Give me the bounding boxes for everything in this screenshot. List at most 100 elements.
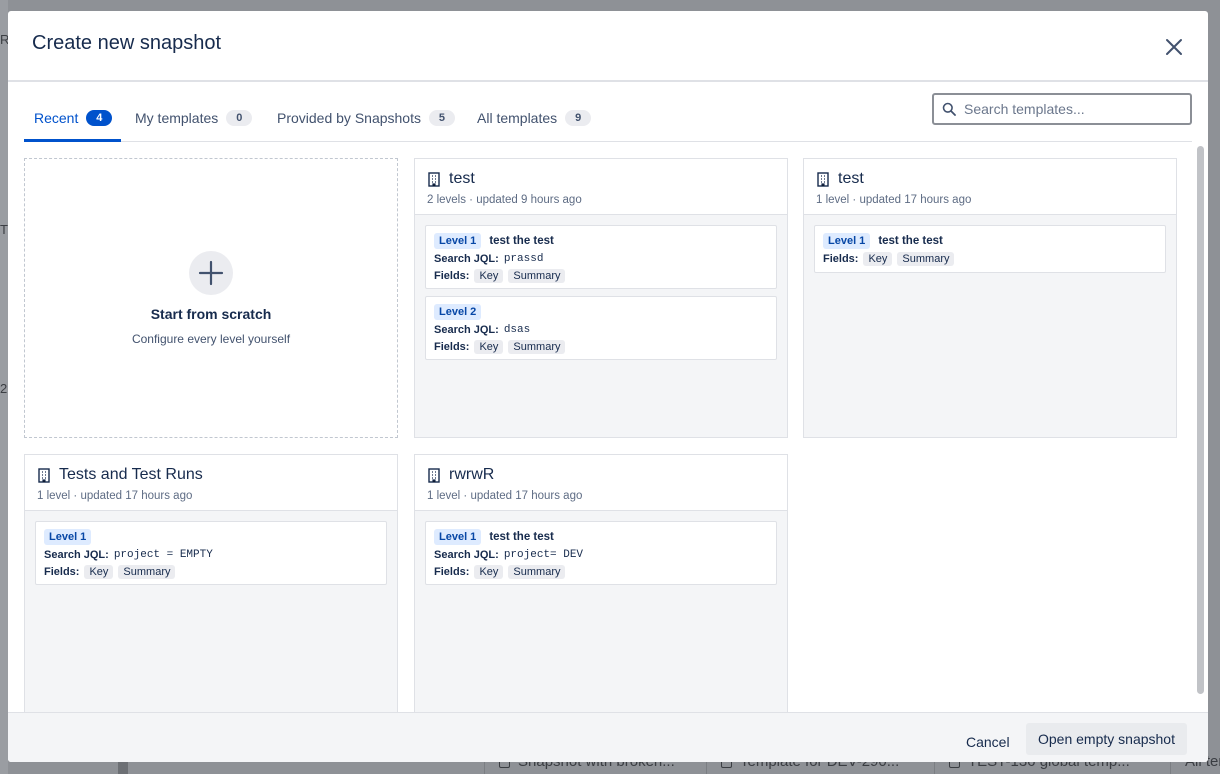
plus-icon bbox=[189, 251, 233, 295]
tab-label: All templates bbox=[477, 110, 558, 126]
level-badge: Level 1 bbox=[823, 232, 871, 249]
fields-label: Fields: bbox=[823, 253, 859, 265]
tab-label: Recent bbox=[34, 110, 79, 126]
jql-label: Search JQL: bbox=[44, 549, 109, 561]
dialog-header: Create new snapshot bbox=[8, 11, 1208, 82]
level-jql-row: Search JQL: prassd bbox=[434, 252, 768, 266]
fields-label: Fields: bbox=[434, 341, 470, 353]
level-name: test the test bbox=[489, 530, 554, 543]
level-item: Level 1 test the test Fields: Key Summary bbox=[814, 225, 1166, 273]
building-icon bbox=[428, 467, 440, 483]
level-fields-row: Fields: Key Summary bbox=[44, 565, 378, 579]
level-item: Level 1 test the test Search JQL: prassd F… bbox=[425, 225, 777, 289]
field-chip: Key bbox=[474, 340, 504, 354]
level-list: Level 1 test the test Search JQL: project=… bbox=[415, 511, 787, 602]
tab-count-badge: 9 bbox=[565, 110, 592, 126]
tab-all-templates[interactable]: All templates 9 bbox=[467, 105, 601, 131]
level-item: Level 1 Search JQL: project = EMPTY Field… bbox=[35, 521, 387, 585]
level-list: Level 1 test the test Fields: Key Summary bbox=[804, 215, 1176, 290]
level-header: Level 1 test the test bbox=[434, 232, 768, 249]
jql-label: Search JQL: bbox=[434, 324, 499, 336]
level-header: Level 1 test the test bbox=[823, 232, 1157, 249]
template-meta: 2 levels · updated 9 hours ago bbox=[427, 194, 582, 206]
template-title-row: test bbox=[427, 169, 775, 189]
field-chip: Summary bbox=[508, 340, 566, 354]
open-empty-snapshot-button[interactable]: Open empty snapshot bbox=[1026, 723, 1187, 755]
jql-value: project= DEV bbox=[503, 549, 584, 561]
search-input[interactable] bbox=[964, 101, 1174, 117]
template-card[interactable]: rwrwR 1 level · updated 17 hours ago Lev… bbox=[414, 454, 788, 712]
level-item: Level 2 Search JQL: dsas Fields: Key Summar… bbox=[425, 296, 777, 360]
level-fields-row: Fields: Key Summary bbox=[434, 340, 768, 354]
tab-label: My templates bbox=[135, 110, 219, 126]
level-badge: Level 1 bbox=[434, 528, 482, 545]
template-title-row: rwrwR bbox=[427, 465, 775, 485]
level-badge: Level 1 bbox=[44, 528, 92, 545]
template-meta: 1 level · updated 17 hours ago bbox=[816, 194, 972, 206]
template-title: test bbox=[838, 170, 864, 187]
template-card-header: rwrwR 1 level · updated 17 hours ago bbox=[415, 455, 787, 511]
search-icon bbox=[942, 102, 956, 116]
field-chip: Key bbox=[474, 269, 504, 283]
close-button[interactable] bbox=[1162, 35, 1186, 59]
building-icon bbox=[38, 467, 50, 483]
start-from-scratch-card[interactable]: Start from scratch Configure every level… bbox=[24, 158, 398, 438]
level-fields-row: Fields: Key Summary bbox=[434, 269, 768, 283]
dialog-footer: Cancel Open empty snapshot bbox=[8, 712, 1208, 762]
level-header: Level 1 test the test bbox=[434, 528, 768, 545]
template-title: test bbox=[449, 170, 475, 187]
tab-count-badge: 4 bbox=[86, 110, 113, 126]
template-card[interactable]: test 1 level · updated 17 hours ago Leve… bbox=[803, 158, 1177, 438]
tab-provided-by-snapshots[interactable]: Provided by Snapshots 5 bbox=[267, 105, 465, 131]
template-title: rwrwR bbox=[449, 466, 495, 483]
background-text: 2 bbox=[0, 381, 8, 396]
tab-count-badge: 5 bbox=[428, 110, 455, 126]
fields-label: Fields: bbox=[434, 270, 470, 282]
template-meta: 1 level · updated 17 hours ago bbox=[427, 490, 583, 502]
jql-value: prassd bbox=[503, 253, 544, 265]
tab-recent[interactable]: Recent 4 bbox=[24, 105, 122, 131]
level-list: Level 1 Search JQL: project = EMPTY Field… bbox=[25, 511, 397, 602]
building-icon bbox=[428, 171, 440, 187]
template-card[interactable]: test 2 levels · updated 9 hours ago Leve… bbox=[414, 158, 788, 438]
fields-label: Fields: bbox=[434, 566, 470, 578]
tab-count-badge: 0 bbox=[226, 110, 253, 126]
background-text: T bbox=[0, 222, 8, 237]
template-title: Tests and Test Runs bbox=[59, 466, 203, 483]
field-chip: Summary bbox=[897, 252, 955, 266]
scratch-title: Start from scratch bbox=[150, 306, 272, 322]
level-name: test the test bbox=[489, 234, 554, 247]
level-name: test the test bbox=[878, 234, 943, 247]
field-chip: Key bbox=[863, 252, 893, 266]
field-chip: Summary bbox=[118, 565, 176, 579]
jql-label: Search JQL: bbox=[434, 253, 499, 265]
scrollbar[interactable] bbox=[1196, 142, 1206, 712]
create-snapshot-dialog: Create new snapshot Recent 4 My template… bbox=[8, 11, 1208, 762]
field-chip: Key bbox=[474, 565, 504, 579]
search-templates-field[interactable] bbox=[932, 93, 1192, 125]
field-chip: Summary bbox=[508, 565, 566, 579]
level-jql-row: Search JQL: project = EMPTY bbox=[44, 548, 378, 562]
building-icon bbox=[817, 171, 829, 187]
jql-label: Search JQL: bbox=[434, 549, 499, 561]
level-jql-row: Search JQL: project= DEV bbox=[434, 548, 768, 562]
fields-label: Fields: bbox=[44, 566, 80, 578]
level-badge: Level 2 bbox=[434, 303, 482, 320]
template-grid: Start from scratch Configure every level… bbox=[24, 142, 1192, 712]
level-fields-row: Fields: Key Summary bbox=[434, 565, 768, 579]
tab-my-templates[interactable]: My templates 0 bbox=[125, 105, 262, 131]
level-item: Level 1 test the test Search JQL: project=… bbox=[425, 521, 777, 585]
template-title-row: test bbox=[816, 169, 1164, 189]
level-jql-row: Search JQL: dsas bbox=[434, 323, 768, 337]
cancel-button[interactable]: Cancel bbox=[952, 727, 1024, 757]
template-card-header: test 2 levels · updated 9 hours ago bbox=[415, 159, 787, 215]
field-chip: Key bbox=[84, 565, 114, 579]
level-list: Level 1 test the test Search JQL: prassd F… bbox=[415, 215, 787, 377]
template-meta: 1 level · updated 17 hours ago bbox=[37, 490, 193, 502]
level-fields-row: Fields: Key Summary bbox=[823, 252, 1157, 266]
template-card-header: Tests and Test Runs 1 level · updated 17… bbox=[25, 455, 397, 511]
level-header: Level 1 bbox=[44, 528, 378, 545]
template-card[interactable]: Tests and Test Runs 1 level · updated 17… bbox=[24, 454, 398, 712]
scrollbar-thumb[interactable] bbox=[1197, 146, 1204, 694]
field-chip: Summary bbox=[508, 269, 566, 283]
